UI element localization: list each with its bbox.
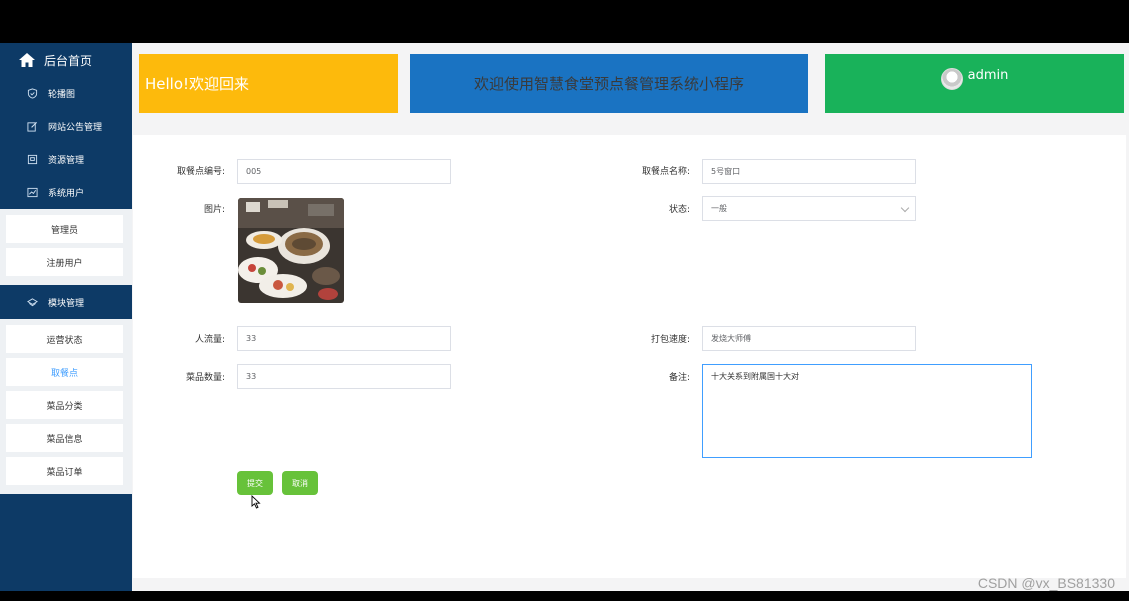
dish-count-input-value: 33 <box>246 372 257 381</box>
box-icon <box>27 154 38 165</box>
status-select-value: 一般 <box>711 204 727 213</box>
submenu-item-operation-status[interactable]: 运营状态 <box>6 325 123 353</box>
submenu-item-admins[interactable]: 管理员 <box>6 215 123 243</box>
traffic-input-value: 33 <box>246 334 257 343</box>
code-label: 取餐点编号: <box>176 167 225 177</box>
submenu-item-dish-orders[interactable]: 菜品订单 <box>6 457 123 485</box>
status-label: 状态: <box>668 205 690 215</box>
submit-button[interactable]: 提交 <box>237 471 273 495</box>
remark-label: 备注: <box>668 373 690 383</box>
cancel-button[interactable]: 取消 <box>282 471 318 495</box>
hello-card: Hello!欢迎回来 <box>139 54 398 113</box>
sidebar-item-notice[interactable]: 网站公告管理 <box>0 110 132 143</box>
watermark: CSDN @vx_BS81330 <box>977 575 1115 591</box>
edit-icon <box>27 121 38 132</box>
system-users-submenu: 管理员 注册用户 <box>0 209 132 285</box>
sidebar-item-modules[interactable]: 模块管理 <box>0 285 132 319</box>
welcome-card: 欢迎使用智慧食堂预点餐管理系统小程序 <box>410 54 808 113</box>
sidebar-item-carousel[interactable]: 轮播图 <box>0 77 132 110</box>
code-input-value: 005 <box>246 167 262 176</box>
user-card[interactable]: admin <box>825 54 1124 113</box>
sidebar-item-label: 轮播图 <box>48 90 76 100</box>
remark-textarea-value: 十大关系到附属国十大对 <box>711 372 799 381</box>
sidebar-item-label: 资源管理 <box>48 156 85 166</box>
name-input-value: 5号窗口 <box>711 167 741 176</box>
shield-icon <box>27 88 38 99</box>
status-select[interactable]: 一般 <box>702 196 916 221</box>
modules-submenu: 运营状态 取餐点 菜品分类 菜品信息 菜品订单 <box>0 319 132 494</box>
remark-textarea[interactable]: 十大关系到附属国十大对 <box>702 364 1032 458</box>
avatar <box>940 68 963 90</box>
hello-text: Hello!欢迎回来 <box>145 75 250 93</box>
traffic-input[interactable]: 33 <box>237 326 451 351</box>
sidebar-item-system-users[interactable]: 系统用户 <box>0 176 132 209</box>
sidebar-item-label: 系统用户 <box>48 189 85 199</box>
pack-speed-input[interactable]: 发烧大师傅 <box>702 326 916 351</box>
chart-icon <box>27 187 38 198</box>
sidebar-item-resources[interactable]: 资源管理 <box>0 143 132 176</box>
chevron-down-icon <box>900 203 910 213</box>
code-input[interactable]: 005 <box>237 159 451 184</box>
submenu-item-dish-info[interactable]: 菜品信息 <box>6 424 123 452</box>
sidebar-item-label: 模块管理 <box>48 298 85 309</box>
image-label: 图片: <box>203 205 225 215</box>
traffic-label: 人流量: <box>194 335 225 345</box>
mouse-cursor-icon <box>251 495 261 509</box>
pack-speed-input-value: 发烧大师傅 <box>711 334 751 343</box>
sidebar-item-label: 网站公告管理 <box>48 123 103 133</box>
dish-count-input[interactable]: 33 <box>237 364 451 389</box>
home-icon <box>19 53 35 67</box>
sidebar-home[interactable]: 后台首页 <box>0 43 132 77</box>
sidebar: 后台首页 轮播图 网站公告管理 资源管理 系统用户 管理员 注册用户 模块管理 … <box>0 43 132 591</box>
food-image-icon <box>238 198 344 303</box>
top-black-bar <box>0 0 1129 43</box>
edit-form-panel: 取餐点编号: 005 取餐点名称: 5号窗口 图片: 状态: 一般 人流量: 3… <box>133 135 1126 578</box>
submenu-item-registered-users[interactable]: 注册用户 <box>6 248 123 276</box>
bottom-black-bar <box>0 591 1129 601</box>
submenu-item-dish-categories[interactable]: 菜品分类 <box>6 391 123 419</box>
dish-photo[interactable] <box>238 198 344 303</box>
admin-app: 后台首页 轮播图 网站公告管理 资源管理 系统用户 管理员 注册用户 模块管理 … <box>0 43 1129 591</box>
name-input[interactable]: 5号窗口 <box>702 159 916 184</box>
pack-speed-label: 打包速度: <box>650 335 690 345</box>
sidebar-home-label: 后台首页 <box>44 53 93 68</box>
dish-count-label: 菜品数量: <box>185 373 225 383</box>
welcome-text: 欢迎使用智慧食堂预点餐管理系统小程序 <box>473 75 744 93</box>
username: admin <box>967 68 1009 83</box>
name-label: 取餐点名称: <box>641 167 690 177</box>
layers-icon <box>27 297 38 306</box>
submenu-item-pickup-points[interactable]: 取餐点 <box>6 358 123 386</box>
